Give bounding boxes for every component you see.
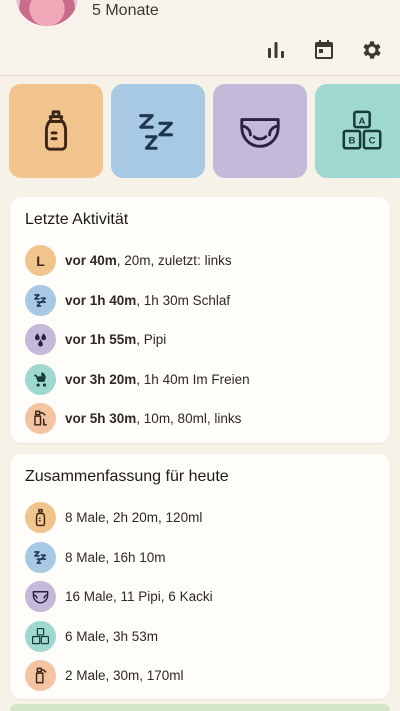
activity-details: , 1h 40m Im Freien	[136, 371, 250, 387]
time-ago: vor 1h 40m	[65, 292, 137, 308]
summary-text: 16 Male, 11 Pipi, 6 Kacki	[65, 589, 213, 605]
time-ago: vor 1h 55m	[65, 332, 137, 348]
next-card-edge	[10, 704, 390, 711]
left-side-badge: L	[25, 245, 56, 277]
time-ago: vor 3h 20m	[65, 371, 137, 387]
activity-tile[interactable]: A B C	[315, 84, 400, 178]
list-item[interactable]: vor 3h 20m, 1h 40m Im Freien	[25, 360, 375, 400]
activity-details: , 10m, 80ml, links	[136, 411, 242, 427]
gear-icon[interactable]	[360, 38, 384, 67]
card-title: Zusammenfassung für heute	[25, 468, 229, 485]
zzz-icon	[139, 114, 173, 150]
toolbar	[264, 38, 384, 67]
sleep-tile[interactable]	[111, 84, 205, 178]
stroller-icon	[25, 363, 56, 395]
list-item[interactable]: vor 1h 40m, 1h 30m Schlaf	[25, 281, 375, 321]
list-item[interactable]: 8 Male, 2h 20m, 120ml	[25, 498, 375, 538]
summary-text: 8 Male, 2h 20m, 120ml	[65, 510, 203, 526]
list-item[interactable]: vor 1h 55m, Pipi	[25, 320, 375, 360]
zzz-icon	[25, 284, 56, 316]
diaper-icon	[25, 581, 56, 613]
time-ago: vor 5h 30m	[65, 411, 137, 427]
zzz-icon	[25, 541, 56, 573]
list-item[interactable]: 6 Male, 3h 53m	[25, 617, 375, 657]
drops-icon	[25, 324, 56, 356]
app-header: 5 Monate	[0, 0, 400, 76]
pump-icon	[25, 660, 56, 692]
time-ago: vor 40m	[65, 253, 117, 269]
bar-chart-icon[interactable]	[264, 38, 288, 67]
baby-age: 5 Monate	[92, 2, 159, 19]
summary-text: 2 Male, 30m, 170ml	[65, 668, 184, 684]
list-item[interactable]: 2 Male, 30m, 170ml	[25, 656, 375, 696]
activity-details: , 1h 30m Schlaf	[136, 292, 231, 308]
svg-text:B: B	[348, 135, 355, 146]
svg-text:L: L	[44, 421, 47, 427]
daily-summary-card: Zusammenfassung für heute 8 Male, 2h 20m…	[10, 454, 390, 699]
avatar[interactable]	[16, 0, 78, 26]
quick-add-tiles: A B C	[9, 84, 400, 179]
activity-details: , Pipi	[136, 332, 167, 348]
list-item[interactable]: 16 Male, 11 Pipi, 6 Kacki	[25, 577, 375, 617]
bottle-icon	[25, 502, 56, 534]
last-activity-card: Letzte Aktivität L vor 40m, 20m, zuletzt…	[10, 197, 390, 443]
abc-blocks-icon	[25, 620, 56, 652]
diaper-tile[interactable]	[213, 84, 307, 178]
summary-text: 6 Male, 3h 53m	[65, 628, 159, 644]
svg-text:A: A	[359, 116, 366, 127]
feeding-tile[interactable]	[9, 84, 103, 178]
list-item[interactable]: L vor 5h 30m, 10m, 80ml, links	[25, 399, 375, 439]
card-title: Letzte Aktivität	[25, 211, 129, 228]
bottle-icon	[44, 110, 68, 151]
activity-details: , 20m, zuletzt: links	[116, 253, 232, 269]
list-item[interactable]: 8 Male, 16h 10m	[25, 538, 375, 578]
summary-text: 8 Male, 16h 10m	[65, 549, 166, 565]
list-item[interactable]: L vor 40m, 20m, zuletzt: links	[25, 241, 375, 281]
abc-blocks-icon: A B C	[342, 110, 382, 150]
svg-text:C: C	[369, 135, 376, 146]
calendar-icon[interactable]	[312, 38, 336, 67]
pump-icon: L	[25, 403, 56, 435]
diaper-icon	[240, 118, 280, 148]
